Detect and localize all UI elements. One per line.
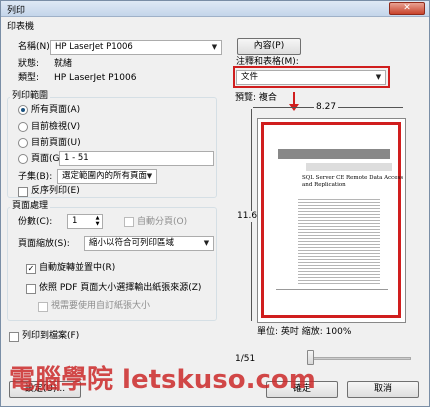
collate-label: 自動分頁(O) [137, 217, 188, 227]
auto-rotate-checkbox[interactable]: ✓ [26, 264, 36, 274]
window-title: 列印 [7, 6, 26, 16]
title-bar: 列印 ✕ [1, 1, 429, 17]
print-dialog: 列印 ✕ 印表機 名稱(N): HP LaserJet P1006 ▼ 狀態: … [0, 0, 430, 407]
choose-paper-label: 依照 PDF 頁面大小選擇輸出紙張來源(Z) [39, 283, 202, 293]
printer-type-label: 類型: [18, 73, 40, 83]
current-view-label: 目前檢視(V) [31, 122, 81, 132]
doc-header-bar [278, 149, 390, 159]
preview-units: 單位: 英吋 縮放: 100% [257, 327, 352, 337]
printer-select[interactable]: HP LaserJet P1006 ▼ [50, 40, 222, 55]
doc-body-text [298, 197, 380, 285]
page-slider-track[interactable] [311, 357, 411, 360]
page-slider-thumb[interactable] [307, 350, 314, 365]
cancel-button[interactable]: 取消 [347, 381, 419, 398]
doc-title-line2: and Replication [302, 182, 346, 188]
radio-current-page[interactable] [18, 138, 28, 148]
doc-subheader-bar [306, 163, 392, 171]
printer-name-label: 名稱(N): [18, 42, 53, 52]
reverse-label: 反序列印(E) [31, 186, 80, 196]
printer-status-label: 狀態: [18, 59, 40, 69]
scaling-select-value: 縮小以符合可列印區域 [89, 238, 175, 248]
radio-current-view[interactable] [18, 122, 28, 132]
scaling-label: 頁面縮放(S): [18, 239, 70, 249]
auto-rotate-label: 自動旋轉並置中(R) [39, 263, 116, 273]
choose-paper-checkbox[interactable] [26, 284, 36, 294]
print-to-file-checkbox[interactable] [9, 332, 19, 342]
printer-type-value: HP LaserJet P1006 [54, 73, 137, 83]
comments-highlight-box [233, 66, 390, 88]
all-pages-label: 所有頁面(A) [31, 105, 81, 115]
custom-paper-label: 視需要使用自訂紙張大小 [51, 301, 151, 311]
copies-spinner-icon[interactable]: ▲ ▼ [93, 215, 102, 228]
doc-footer-line [276, 289, 388, 290]
chevron-down-icon: ▼ [146, 172, 153, 180]
chevron-down-icon: ▼ [203, 239, 210, 247]
print-range-title: 列印範圍 [10, 91, 51, 102]
doc-title-line1: SQL Server CE Remote Data Access [302, 175, 404, 181]
preview-width: 8.27 [314, 102, 339, 113]
scaling-select[interactable]: 縮小以符合可列印區域 ▼ [84, 236, 214, 251]
page-handling-title: 頁面處理 [10, 201, 51, 212]
printer-group-title: 印表機 [7, 22, 35, 32]
chevron-down-icon: ▼ [211, 43, 218, 51]
printer-select-value: HP LaserJet P1006 [55, 42, 133, 52]
subset-label: 子集(B): [18, 172, 53, 182]
preview-label: 預覽: 複合 [235, 93, 277, 103]
radio-pages[interactable] [18, 154, 28, 164]
watermark-text: 電腦學院 letskuso.com [9, 365, 316, 395]
preview-area: SQL Server CE Remote Data Access and Rep… [257, 118, 406, 323]
copies-label: 份數(C): [18, 217, 53, 227]
reverse-checkbox[interactable] [18, 187, 28, 197]
close-button[interactable]: ✕ [389, 2, 425, 15]
properties-button[interactable]: 內容(P) [237, 38, 301, 55]
subset-select-value: 選定範圍內的所有頁面 [62, 171, 148, 181]
pages-range-input[interactable]: 1 - 51 [59, 151, 214, 166]
current-page-label: 目前頁面(U) [31, 138, 81, 148]
print-to-file-label: 列印到檔案(F) [22, 331, 80, 341]
subset-select[interactable]: 選定範圍內的所有頁面 ▼ [57, 169, 157, 184]
radio-all-pages[interactable] [18, 105, 28, 115]
custom-paper-checkbox[interactable] [38, 302, 48, 312]
printer-status-value: 就緒 [54, 59, 73, 69]
page-counter: 1/51 [235, 354, 256, 364]
collate-checkbox[interactable] [124, 217, 134, 227]
